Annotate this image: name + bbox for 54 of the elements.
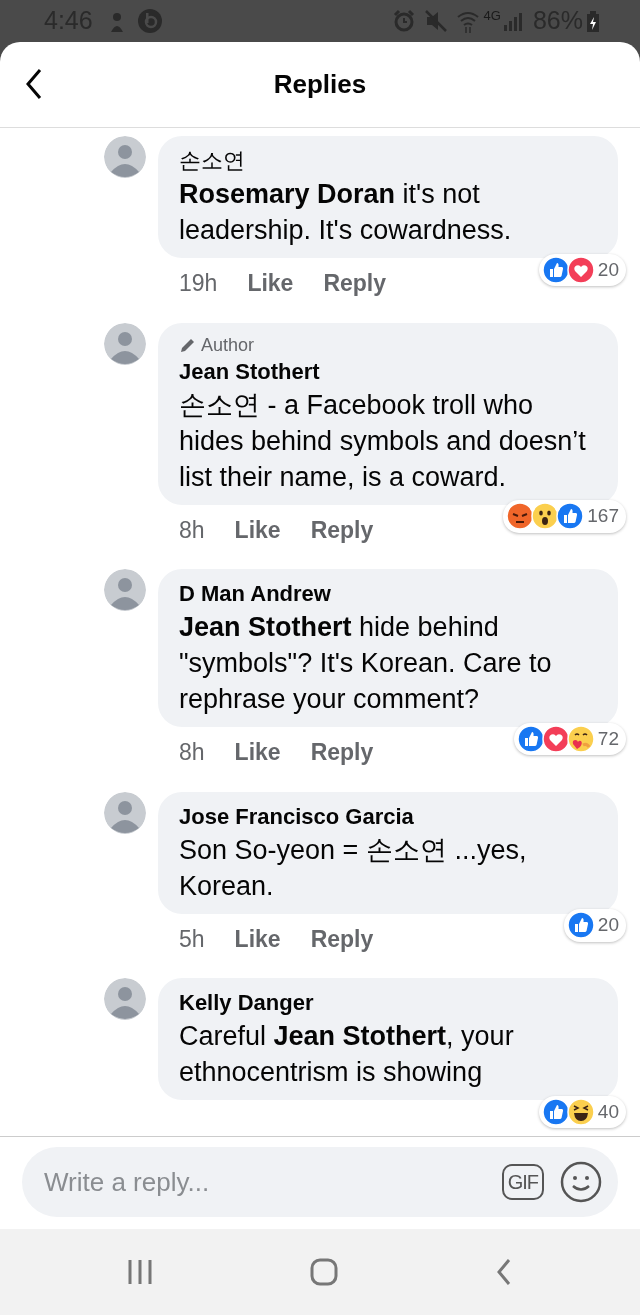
comment-text: Careful Jean Stothert, your ethnocentrism is showing xyxy=(179,1020,515,1089)
page-title: Replies xyxy=(273,68,367,101)
thumbs-up-icon xyxy=(566,911,595,940)
reaction-summary: 72 xyxy=(513,722,626,755)
author-label: Author xyxy=(201,333,255,357)
comment-time: 19h xyxy=(179,269,218,298)
wifi-icon xyxy=(455,9,480,33)
comment-text: Jean Stothert hide behind "symbols"? It's Korean. Care to rephrase your comment? xyxy=(179,611,553,716)
comment-text: 손소연 - a Facebook troll who hides behind symbols and doesn’t list their name, is a coward. xyxy=(179,388,587,494)
author-name: D Man Andrew xyxy=(179,580,332,608)
reply-link[interactable]: Reply xyxy=(310,921,374,956)
author-name: Kelly Danger xyxy=(179,989,315,1017)
like-link[interactable]: Like xyxy=(234,735,281,770)
thumbs-up-icon xyxy=(556,502,585,531)
mute-icon xyxy=(423,9,448,33)
signal-icon xyxy=(502,11,523,31)
battery-icon xyxy=(586,10,600,32)
reply-link[interactable]: Reply xyxy=(310,512,374,547)
thumbs-up-icon xyxy=(541,1097,570,1126)
thumbs-up-icon xyxy=(516,724,545,753)
emoji-icon[interactable] xyxy=(560,1161,602,1203)
surprised-face-icon xyxy=(531,502,560,531)
avatar xyxy=(104,322,146,365)
hugging-face-icon xyxy=(566,724,595,753)
comment-time: 8h xyxy=(179,738,205,767)
avatar xyxy=(104,569,146,611)
reaction-summary: 20 xyxy=(563,909,626,942)
comment-time: 5h xyxy=(179,924,205,954)
avatar xyxy=(104,136,146,178)
reply-link[interactable]: Reply xyxy=(323,266,387,301)
reaction-summary: 40 xyxy=(538,1095,626,1128)
reply-link[interactable]: Reply xyxy=(310,735,374,770)
avatar xyxy=(104,978,146,1020)
alarm-icon xyxy=(391,9,416,33)
recent-apps-icon[interactable] xyxy=(126,1258,153,1286)
back-icon[interactable] xyxy=(24,68,44,100)
author-name: 손소연 xyxy=(179,147,246,175)
reaction-summary: 167 xyxy=(503,500,626,533)
laughing-face-icon xyxy=(566,1097,595,1126)
comment-time: 8h xyxy=(179,515,205,545)
comment-text: Rosemary Doran it's not leadership. It's cowardness. xyxy=(179,178,513,247)
thumbs-up-icon xyxy=(541,255,570,284)
angry-face-icon xyxy=(506,502,535,531)
like-link[interactable]: Like xyxy=(234,921,281,956)
like-link[interactable]: Like xyxy=(234,512,281,547)
like-link[interactable]: Like xyxy=(247,266,294,301)
comment-text: Son So-yeon = 손소연 ...yes, Korean. xyxy=(179,833,528,903)
home-icon[interactable] xyxy=(310,1258,338,1286)
gif-button[interactable]: GIF xyxy=(501,1164,544,1200)
avatar xyxy=(104,791,146,834)
author-name: Jose Francisco Garcia xyxy=(179,802,415,831)
reply-field[interactable]: Write a reply... GIF xyxy=(22,1147,618,1217)
reaction-summary: 20 xyxy=(538,253,626,286)
author-name: Jean Stothert xyxy=(179,357,321,386)
